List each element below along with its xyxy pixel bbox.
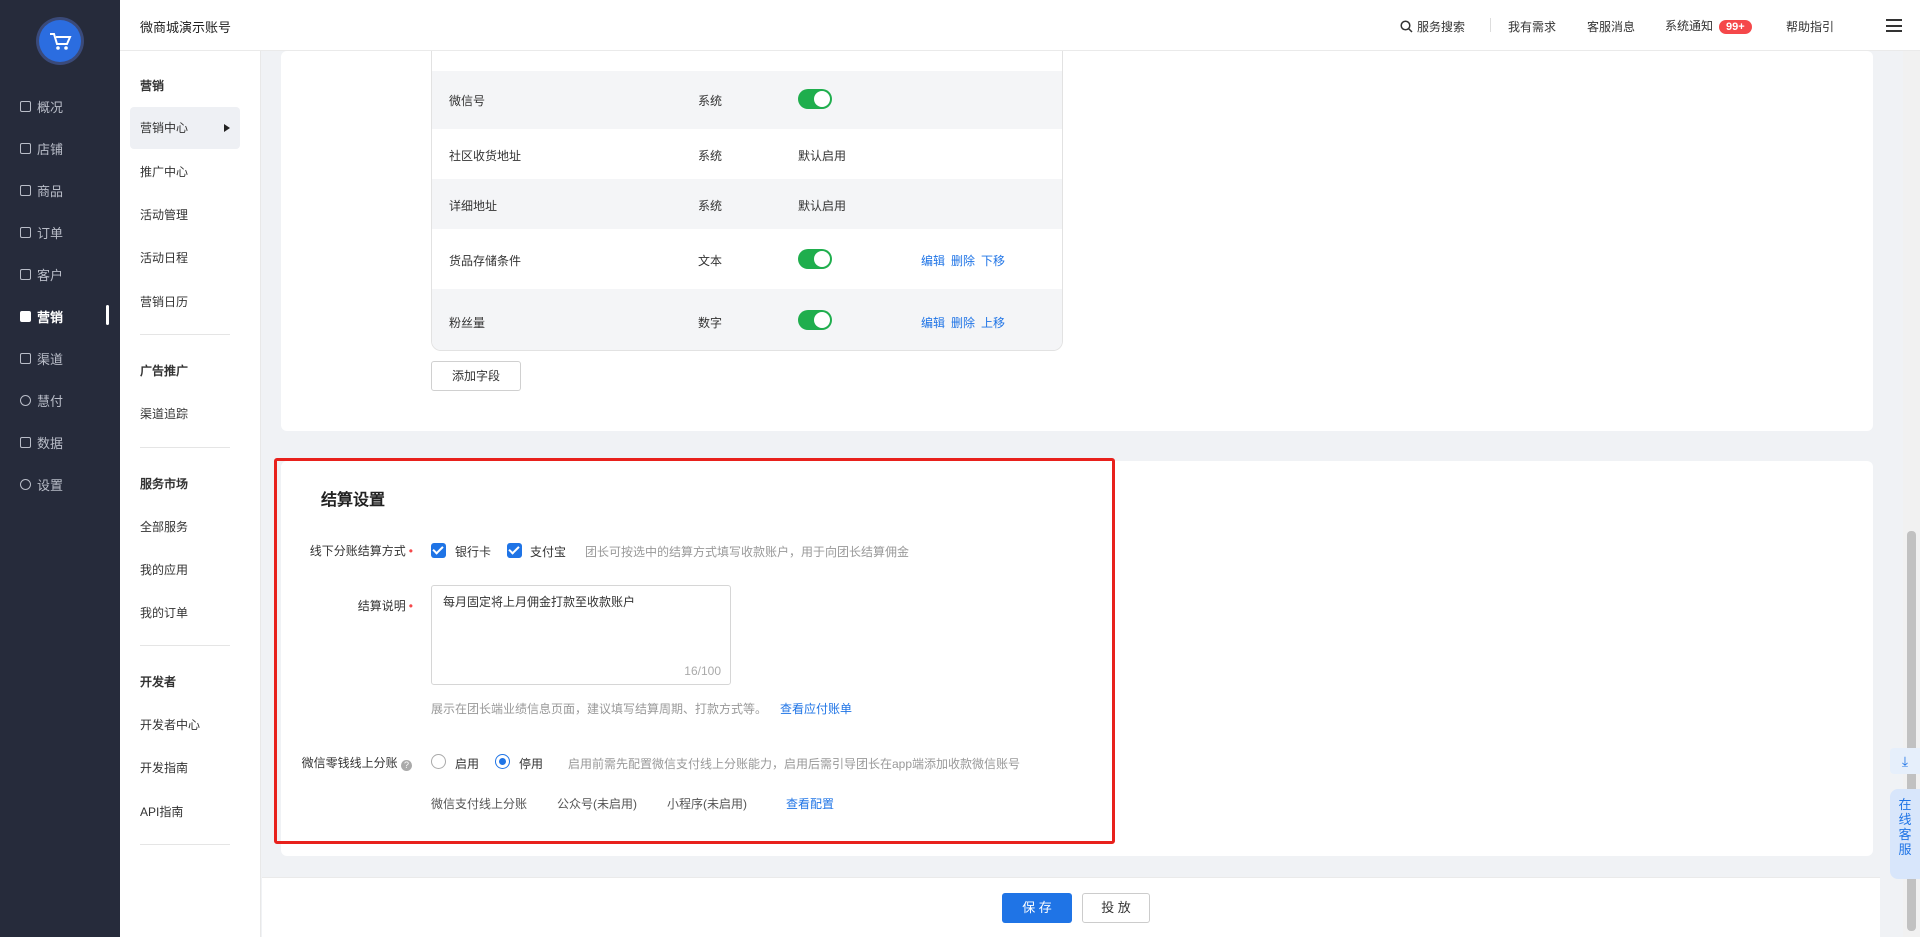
channel-icon xyxy=(20,353,31,364)
table-row: 社区收货地址 系统 默认启用 xyxy=(432,129,1062,179)
subnav-item-dev-center[interactable]: 开发者中心 xyxy=(140,716,200,733)
subnav-item-marketing-center[interactable]: 营销中心 xyxy=(130,107,240,149)
active-indicator xyxy=(106,305,109,325)
field-status: 默认启用 xyxy=(798,149,847,163)
table-row xyxy=(432,51,1062,71)
subnav-item-activity-schedule[interactable]: 活动日程 xyxy=(140,249,188,266)
subnav-section-market: 服务市场 xyxy=(140,477,189,491)
sidebar-item-order[interactable]: 订单 xyxy=(20,223,63,242)
account-name[interactable]: 微商城演示账号 xyxy=(140,17,231,36)
sidebar-item-shop[interactable]: 店铺 xyxy=(20,139,63,158)
logo[interactable] xyxy=(39,20,81,62)
divider xyxy=(140,334,230,335)
subnav-item-promotion-center[interactable]: 推广中心 xyxy=(140,163,188,180)
subnav-section-developer: 开发者 xyxy=(140,675,177,689)
pay-icon xyxy=(20,395,31,406)
field-type: 系统 xyxy=(698,149,723,163)
online-service-label: 在线客服 xyxy=(1898,797,1912,857)
field-name: 微信号 xyxy=(449,94,486,108)
move-down-link[interactable]: 下移 xyxy=(981,252,1005,269)
notice-badge: 99+ xyxy=(1719,19,1752,34)
subnav-item-my-apps[interactable]: 我的应用 xyxy=(140,561,188,578)
my-demand-link[interactable]: 我有需求 xyxy=(1508,18,1556,35)
sidebar-item-overview[interactable]: 概况 xyxy=(20,97,63,116)
customer-icon xyxy=(20,269,31,280)
subnav-item-my-orders[interactable]: 我的订单 xyxy=(140,604,188,621)
caret-right-icon xyxy=(224,124,230,132)
add-field-button[interactable]: 添加字段 xyxy=(431,361,521,391)
divider xyxy=(140,844,230,845)
shop-icon xyxy=(20,143,31,154)
divider xyxy=(140,645,230,646)
subnav-item-all-services[interactable]: 全部服务 xyxy=(140,518,188,535)
table-row: 详细地址 系统 默认启用 xyxy=(432,179,1062,229)
subnav-section-ads: 广告推广 xyxy=(140,364,189,378)
fields-table: 微信号 系统 社区收货地址 系统 默认启用 详细地址 系统 默认启用 货品存储条… xyxy=(431,51,1063,351)
order-icon xyxy=(20,227,31,238)
service-search[interactable]: 服务搜索 xyxy=(1400,18,1465,35)
enable-toggle[interactable] xyxy=(798,249,832,269)
edit-link[interactable]: 编辑 xyxy=(921,252,945,269)
delete-link[interactable]: 删除 xyxy=(951,252,975,269)
overview-icon xyxy=(20,101,31,112)
enable-toggle[interactable] xyxy=(798,310,832,330)
sidebar-item-data[interactable]: 数据 xyxy=(20,433,63,452)
subnav-item-dev-guide[interactable]: 开发指南 xyxy=(140,759,188,776)
subnav-section-marketing: 营销 xyxy=(140,79,165,93)
sidebar-item-goods[interactable]: 商品 xyxy=(20,181,63,200)
save-button[interactable]: 保 存 xyxy=(1002,893,1072,923)
main-sidebar: 概况 店铺 商品 订单 客户 营销 渠道 慧付 数据 设置 xyxy=(0,0,120,937)
field-type: 系统 xyxy=(698,199,723,213)
subnav-item-marketing-calendar[interactable]: 营销日历 xyxy=(140,293,188,310)
divider xyxy=(1490,18,1491,32)
sub-sidebar: 营销 营销中心 推广中心 活动管理 活动日程 营销日历 广告推广 渠道追踪 服务… xyxy=(120,0,261,937)
table-row: 货品存储条件 文本 编辑 删除 下移 xyxy=(432,229,1062,289)
field-status: 默认启用 xyxy=(798,199,847,213)
field-name: 详细地址 xyxy=(449,199,498,213)
settings-icon xyxy=(20,479,31,490)
field-name: 社区收货地址 xyxy=(449,149,522,163)
table-row: 微信号 系统 xyxy=(432,71,1062,129)
goods-icon xyxy=(20,185,31,196)
cart-logo-icon xyxy=(50,33,72,50)
highlight-box xyxy=(274,458,1115,844)
menu-icon[interactable] xyxy=(1886,19,1902,32)
sidebar-item-marketing[interactable]: 营销 xyxy=(20,307,63,326)
subnav-item-channel-tracking[interactable]: 渠道追踪 xyxy=(140,405,188,422)
subnav-item-api-guide[interactable]: API指南 xyxy=(140,803,183,820)
service-message-link[interactable]: 客服消息 xyxy=(1587,18,1635,35)
data-icon xyxy=(20,437,31,448)
divider xyxy=(140,447,230,448)
move-up-link[interactable]: 上移 xyxy=(981,314,1005,331)
table-row: 粉丝量 数字 编辑 删除 上移 xyxy=(432,289,1062,350)
top-header: 微商城演示账号 服务搜索 我有需求 客服消息 系统通知 99+ 帮助指引 xyxy=(120,0,1920,51)
field-type: 系统 xyxy=(698,94,723,108)
sidebar-item-channel[interactable]: 渠道 xyxy=(20,349,63,368)
edit-link[interactable]: 编辑 xyxy=(921,314,945,331)
field-name: 粉丝量 xyxy=(449,316,486,330)
enable-toggle[interactable] xyxy=(798,89,832,109)
marketing-icon xyxy=(20,311,31,322)
system-notice-link[interactable]: 系统通知 99+ xyxy=(1665,17,1752,34)
sidebar-item-settings[interactable]: 设置 xyxy=(20,475,63,494)
launch-button[interactable]: 投 放 xyxy=(1082,893,1150,923)
subnav-item-activity-manage[interactable]: 活动管理 xyxy=(140,206,188,223)
help-link[interactable]: 帮助指引 xyxy=(1786,18,1834,35)
sidebar-item-pay[interactable]: 慧付 xyxy=(20,391,63,410)
download-icon[interactable]: ⤓ xyxy=(1890,748,1920,774)
search-icon xyxy=(1400,20,1413,33)
online-service-button[interactable]: 在线客服 xyxy=(1890,789,1920,879)
sidebar-item-customer[interactable]: 客户 xyxy=(20,265,63,284)
field-type: 数字 xyxy=(698,316,723,330)
field-name: 货品存储条件 xyxy=(449,254,522,268)
field-type: 文本 xyxy=(698,254,723,268)
delete-link[interactable]: 删除 xyxy=(951,314,975,331)
